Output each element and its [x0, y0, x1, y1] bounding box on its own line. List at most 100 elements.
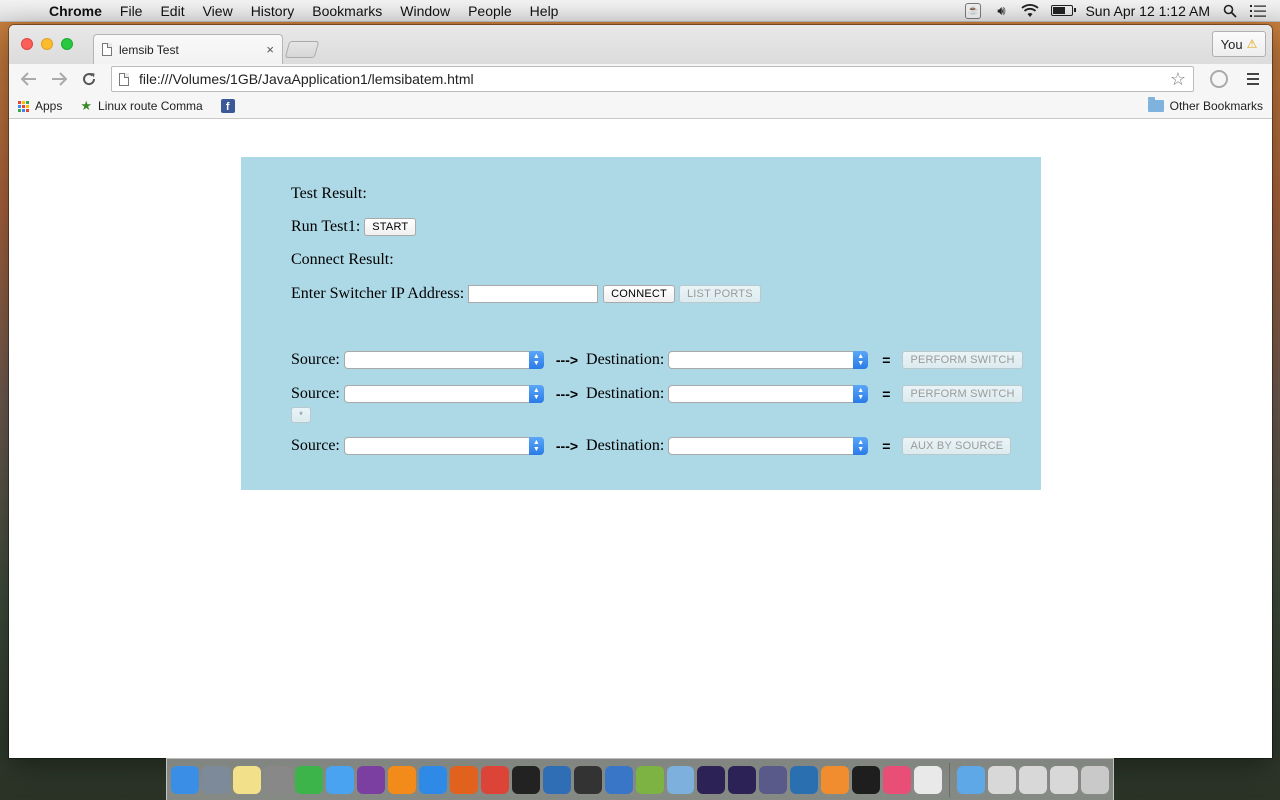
bookmark-linux-route[interactable]: ★ Linux route Comma [80, 98, 202, 114]
dock-chrome-icon[interactable] [480, 765, 509, 794]
dock-photos-icon[interactable] [883, 765, 912, 794]
dock-eclipse-2-icon[interactable] [728, 765, 757, 794]
dock-calculator-icon[interactable] [263, 765, 292, 794]
start-button[interactable]: START [364, 218, 417, 236]
battery-icon[interactable] [1051, 2, 1077, 20]
switch-row-1: Source: ▲ ▼ ---> Destination: ▲ ▼ = PERFOR… [291, 351, 1023, 369]
destination-label: Destination: [586, 351, 665, 368]
reload-button[interactable] [77, 67, 101, 91]
bookmark-facebook[interactable]: f [220, 99, 235, 113]
window-controls [21, 38, 73, 50]
dock-cube-app-icon[interactable] [666, 765, 695, 794]
browser-toolbar: file:///Volumes/1GB/JavaApplication1/lem… [9, 64, 1272, 94]
wifi-icon[interactable] [1021, 2, 1040, 20]
menu-help[interactable]: Help [521, 3, 568, 19]
menu-app-chrome[interactable]: Chrome [40, 3, 111, 19]
menu-view[interactable]: View [194, 3, 242, 19]
bookmark-other-label: Other Bookmarks [1169, 99, 1263, 113]
tab-strip: lemsib Test × You ⚠ [9, 25, 1272, 64]
bookmark-other[interactable]: Other Bookmarks [1147, 97, 1263, 113]
dock-safari-icon[interactable] [418, 765, 447, 794]
menu-edit[interactable]: Edit [151, 3, 193, 19]
dock-terminal-icon[interactable] [511, 765, 540, 794]
dock-activity-monitor-icon[interactable] [852, 765, 881, 794]
menu-file[interactable]: File [111, 3, 152, 19]
profile-button[interactable]: You ⚠ [1212, 31, 1266, 57]
dock-netbeans-icon[interactable] [790, 765, 819, 794]
notification-center-icon[interactable] [1250, 2, 1266, 20]
dock-window-3-icon[interactable] [1050, 765, 1079, 794]
page-info-icon[interactable] [119, 72, 129, 86]
source-select-2[interactable]: ▲ ▼ [343, 385, 544, 403]
java-status-icon[interactable]: ☕ [965, 2, 982, 19]
dock-unity-icon[interactable] [573, 765, 602, 794]
menu-history[interactable]: History [242, 3, 304, 19]
dock-trash-icon[interactable] [1081, 765, 1110, 794]
small-star-button[interactable]: * [291, 407, 311, 423]
bookmark-star-icon[interactable]: ☆ [1170, 69, 1186, 90]
bookmark-apps[interactable]: Apps [18, 99, 62, 113]
menu-people[interactable]: People [459, 3, 521, 19]
spotlight-search-icon[interactable] [1222, 2, 1238, 20]
select-arrows-icon: ▲ ▼ [853, 351, 869, 369]
dock-vlc-icon[interactable] [387, 765, 416, 794]
chrome-menu-icon[interactable] [1242, 73, 1264, 85]
fullscreen-window-button[interactable] [61, 38, 73, 50]
perform-switch-button-1[interactable]: PERFORM SWITCH [902, 351, 1023, 369]
dock-sublime-icon[interactable] [821, 765, 850, 794]
close-window-button[interactable] [21, 38, 33, 50]
destination-select-1[interactable]: ▲ ▼ [668, 351, 869, 369]
minimize-window-button[interactable] [41, 38, 53, 50]
select-arrows-icon: ▲ ▼ [853, 437, 869, 455]
url-text[interactable]: file:///Volumes/1GB/JavaApplication1/lem… [139, 71, 1170, 87]
equals-label: = [882, 438, 891, 454]
clock[interactable]: Sun Apr 12 1:12 AM [1085, 3, 1210, 19]
ip-label: Enter Switcher IP Address: [291, 285, 465, 302]
dock-messages-icon[interactable] [325, 765, 354, 794]
run-test-row: Run Test1: START [291, 218, 417, 236]
menu-bookmarks[interactable]: Bookmarks [303, 3, 391, 19]
destination-select-2[interactable]: ▲ ▼ [668, 385, 869, 403]
forward-button[interactable] [47, 67, 71, 91]
tab-lemsib-test[interactable]: lemsib Test × [93, 34, 283, 64]
select-arrows-icon: ▲ ▼ [528, 437, 544, 455]
dock-java-icon[interactable] [914, 765, 943, 794]
dock-android-studio-icon[interactable] [635, 765, 664, 794]
dock-notes-icon[interactable] [232, 765, 261, 794]
back-button[interactable] [17, 67, 41, 91]
select-arrows-icon: ▲ ▼ [528, 351, 544, 369]
list-ports-button[interactable]: LIST PORTS [678, 285, 761, 303]
dock-separator [949, 762, 951, 797]
volume-icon[interactable]: 🔊︎ [993, 2, 1009, 20]
warning-icon: ⚠ [1246, 37, 1258, 51]
arrow-label: ---> [555, 352, 579, 368]
dock-launchpad-icon[interactable] [201, 765, 230, 794]
dock-finder-icon[interactable] [171, 765, 199, 794]
extension-icon[interactable] [1210, 70, 1228, 88]
address-bar[interactable]: file:///Volumes/1GB/JavaApplication1/lem… [111, 66, 1194, 92]
dock-facetime-icon[interactable] [294, 765, 323, 794]
dock-firefox-icon[interactable] [449, 765, 478, 794]
tab-title: lemsib Test [119, 42, 179, 57]
destination-select-3[interactable]: ▲ ▼ [668, 437, 869, 455]
aux-by-source-button[interactable]: AUX BY SOURCE [902, 437, 1012, 455]
dock-window-1-icon[interactable] [988, 765, 1017, 794]
dock-eclipse-1-icon[interactable] [697, 765, 726, 794]
page-icon [102, 43, 112, 56]
dock-downloads-folder-icon[interactable] [957, 765, 986, 794]
connect-result-row: Connect Result: [291, 251, 394, 269]
dock-window-2-icon[interactable] [1019, 765, 1048, 794]
page-content: Test Result: Run Test1: START Connect Re… [9, 119, 1272, 758]
source-select-1[interactable]: ▲ ▼ [343, 351, 544, 369]
ip-address-input[interactable] [468, 285, 599, 303]
dock-eclipse-purple-icon[interactable] [356, 765, 385, 794]
dock-bbedit-icon[interactable] [759, 765, 788, 794]
perform-switch-button-2[interactable]: PERFORM SWITCH [902, 385, 1023, 403]
new-tab-button[interactable] [284, 41, 320, 58]
connect-button[interactable]: CONNECT [603, 285, 675, 303]
tab-close-icon[interactable]: × [266, 42, 274, 57]
source-select-3[interactable]: ▲ ▼ [343, 437, 544, 455]
dock-xcode-icon[interactable] [604, 765, 633, 794]
menu-window[interactable]: Window [391, 3, 459, 19]
dock-virtualbox-icon[interactable] [542, 765, 571, 794]
